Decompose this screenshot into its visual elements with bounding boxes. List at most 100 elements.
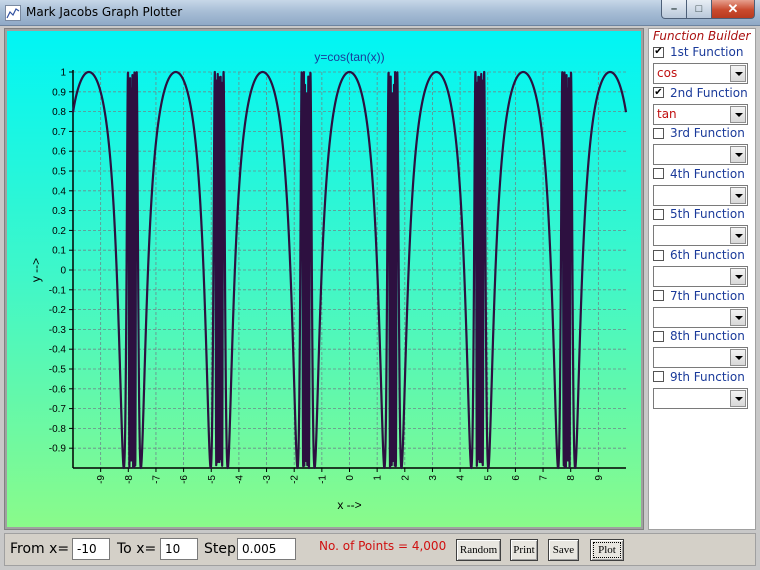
y-tick-label-15: -0.5 (49, 365, 67, 376)
function-row-6: 6th Function (653, 247, 753, 287)
x-tick-label-6: -3 (262, 475, 273, 484)
y-tick-label-16: -0.6 (49, 384, 67, 395)
title-bar[interactable]: Mark Jacobs Graph Plotter – □ ✕ (0, 0, 760, 26)
maximize-button[interactable]: □ (687, 0, 712, 19)
function-6-select[interactable] (653, 266, 748, 287)
y-tick-label-17: -0.7 (49, 404, 67, 415)
from-x-input[interactable]: -10 (72, 538, 110, 560)
function-3-label: 3rd Function (670, 126, 745, 141)
x-tick-label-8: -1 (317, 475, 328, 484)
x-tick-label-12: 3 (428, 475, 439, 481)
random-button[interactable]: Random (456, 539, 501, 561)
x-tick-label-15: 6 (511, 475, 522, 481)
function-3-checkbox[interactable] (653, 127, 664, 139)
function-4-checkbox[interactable] (653, 168, 664, 180)
graph-area: 1 0.9 0.8 0.7 0.6 0.5 0.4 0.3 0.2 0.1 0 -0.1 -0.2 -0.… (7, 31, 641, 527)
x-tick-label-3: -6 (179, 475, 190, 484)
graph-frame: 1 0.9 0.8 0.7 0.6 0.5 0.4 0.3 0.2 0.1 0 -0.1 -0.2 -0.… (4, 28, 644, 530)
function-7-label: 7th Function (670, 288, 745, 303)
close-button[interactable]: ✕ (712, 0, 755, 19)
y-tick-label-4: 0.6 (52, 147, 66, 158)
checkmark-icon: ✔ (654, 46, 663, 57)
function-4-label: 4th Function (670, 166, 745, 181)
function-9-label: 9th Function (670, 369, 745, 384)
function-8-select[interactable] (653, 347, 748, 369)
range-controls-bar: From x= -10 To x= 10 Step 0.005 No. of P… (4, 533, 756, 566)
chevron-down-icon[interactable] (730, 105, 746, 123)
to-x-input[interactable]: 10 (160, 538, 198, 560)
x-tick-label-10: 1 (373, 475, 384, 481)
chevron-down-icon[interactable] (730, 349, 746, 367)
function-7-checkbox[interactable] (653, 290, 664, 302)
function-8-checkbox[interactable] (653, 330, 664, 342)
function-row-9: 9th Function (653, 369, 753, 409)
function-5-label: 5th Function (670, 207, 745, 222)
y-tick-label-8: 0.2 (52, 226, 66, 237)
x-tick-label-11: 2 (400, 475, 411, 481)
function-2-label: 2nd Function (670, 85, 748, 100)
x-tick-label-7: -2 (290, 475, 301, 484)
print-button[interactable]: Print (510, 539, 538, 561)
plot-button[interactable]: Plot (590, 539, 624, 561)
minimize-button[interactable]: – (661, 0, 687, 19)
x-tick-label-18: 9 (594, 475, 605, 481)
function-row-3: 3rd Function (653, 125, 753, 166)
function-6-checkbox[interactable] (653, 249, 664, 261)
chevron-down-icon[interactable] (730, 65, 746, 82)
from-x-label: From x= (10, 541, 70, 557)
function-5-checkbox[interactable] (653, 208, 664, 220)
y-tick-label-10: 0 (60, 266, 66, 277)
function-6-label: 6th Function (670, 248, 745, 262)
function-3-select[interactable] (653, 144, 748, 166)
y-tick-label-5: 0.5 (52, 167, 66, 178)
y-tick-label-18: -0.8 (49, 424, 67, 435)
chevron-down-icon[interactable] (730, 227, 746, 245)
x-tick-label-14: 5 (483, 475, 494, 481)
minimize-icon: – (670, 3, 678, 15)
function-builder-panel: Function Builder ✔ 1st Function cos ✔ 2nd Fu… (648, 28, 756, 530)
x-tick-label-17: 8 (566, 475, 577, 481)
y-tick-label-0: 1 (60, 68, 66, 79)
function-9-select[interactable] (653, 387, 748, 409)
points-count-text: No. of Points = 4,000 (319, 539, 447, 553)
chevron-down-icon[interactable] (730, 389, 746, 407)
function-2-value: tan (657, 106, 677, 121)
x-tick-label-0: -9 (96, 475, 107, 484)
y-tick-label-1: 0.9 (52, 87, 66, 98)
function-1-checkbox[interactable]: ✔ (653, 46, 664, 58)
chevron-down-icon[interactable] (730, 186, 746, 204)
function-plot: 1 0.9 0.8 0.7 0.6 0.5 0.4 0.3 0.2 0.1 0 -0.1 -0.2 -0.… (29, 50, 628, 512)
close-icon: ✕ (727, 1, 739, 16)
y-tick-label-13: -0.3 (49, 325, 67, 336)
function-1-value: cos (657, 66, 678, 80)
chevron-down-icon[interactable] (730, 146, 746, 164)
graph-app-icon[interactable] (5, 5, 21, 21)
chevron-down-icon[interactable] (730, 268, 746, 285)
maximize-icon: □ (695, 3, 703, 15)
x-tick-label-13: 4 (456, 475, 467, 481)
x-tick-label-2: -7 (151, 475, 162, 484)
function-4-select[interactable] (653, 184, 748, 206)
y-tick-label-3: 0.7 (52, 127, 66, 138)
window-title: Mark Jacobs Graph Plotter (26, 5, 183, 19)
step-label: Step (204, 541, 236, 557)
function-builder-title: Function Builder (653, 29, 751, 43)
y-tick-label-12: -0.2 (49, 305, 67, 316)
to-x-label: To x= (117, 541, 157, 557)
step-input[interactable]: 0.005 (237, 538, 296, 560)
x-tick-label-9: 0 (345, 475, 356, 481)
function-9-checkbox[interactable] (653, 371, 664, 383)
function-1-select[interactable]: cos (653, 63, 748, 84)
function-2-checkbox[interactable]: ✔ (653, 87, 664, 99)
y-tick-label-14: -0.4 (49, 345, 67, 356)
function-row-1: ✔ 1st Function cos (653, 44, 753, 84)
y-tick-label-6: 0.4 (52, 186, 66, 197)
save-button[interactable]: Save (548, 539, 579, 561)
function-8-label: 8th Function (670, 329, 745, 344)
function-7-select[interactable] (653, 306, 748, 328)
function-5-select[interactable] (653, 225, 748, 247)
chart-title: y=cos(tan(x)) (314, 50, 384, 64)
function-2-select[interactable]: tan (653, 103, 748, 125)
chevron-down-icon[interactable] (730, 308, 746, 326)
y-tick-label-19: -0.9 (49, 444, 67, 455)
